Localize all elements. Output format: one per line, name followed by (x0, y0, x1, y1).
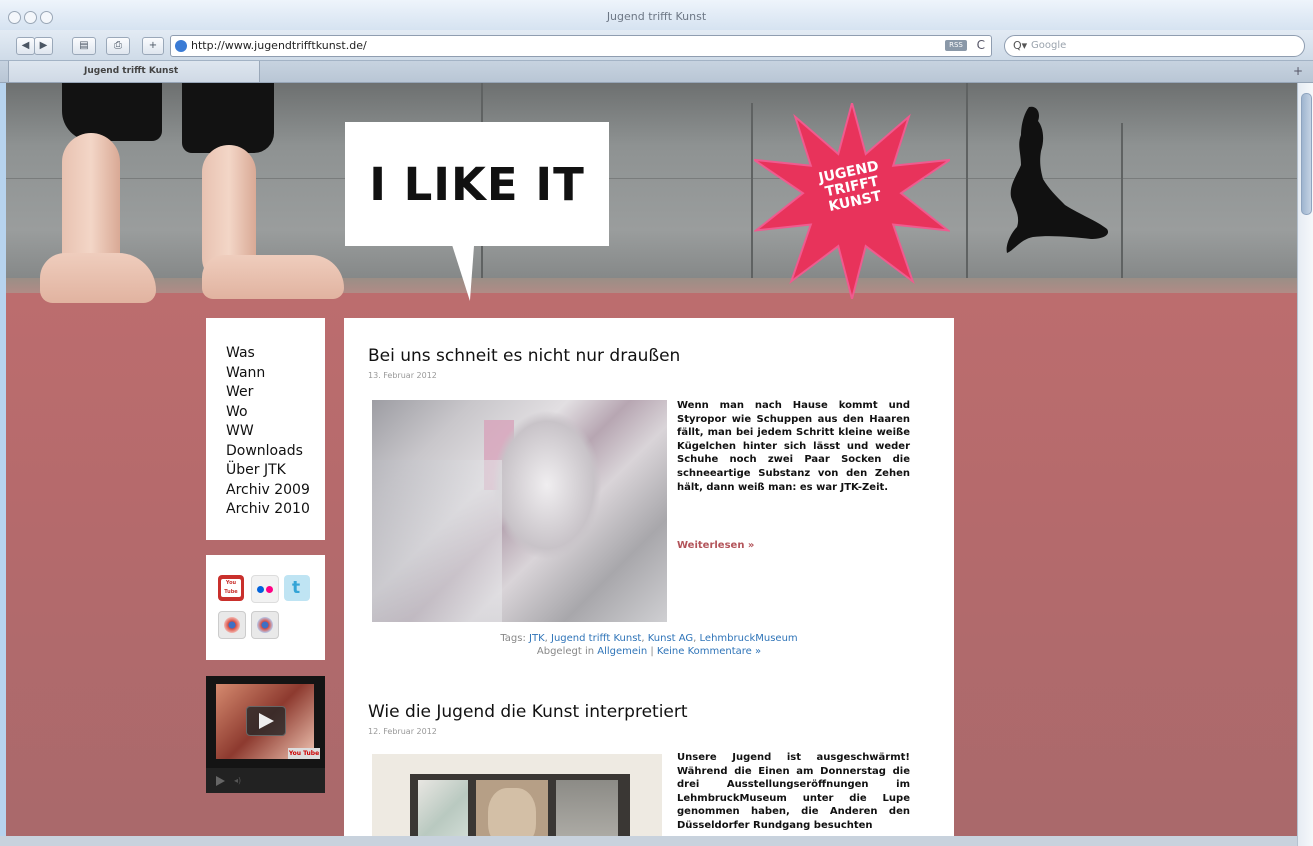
tab-label: Jugend trifft Kunst (84, 66, 179, 76)
post-excerpt: Unsere Jugend ist ausgeschwärmt! Während… (677, 752, 910, 831)
social-links: You Tube t (206, 555, 325, 660)
nav-item-was[interactable]: Was (226, 344, 310, 364)
play-control-icon[interactable] (216, 776, 225, 786)
badge-icon[interactable] (218, 611, 246, 639)
browser-toolbar: ◀ ▶ ▤ ⎙ + http://www.jugendtrifftkunst.d… (0, 30, 1313, 61)
nav-item-archiv-2009[interactable]: Archiv 2009 (226, 481, 310, 501)
post-date: 13. Februar 2012 (368, 371, 437, 380)
printer-icon: ⎙ (114, 40, 122, 51)
tab-bar: Jugend trifft Kunst + (0, 61, 1313, 83)
nav-item-wann[interactable]: Wann (226, 364, 310, 384)
search-field[interactable]: Q▾ Google (1004, 35, 1305, 57)
address-bar[interactable]: http://www.jugendtrifftkunst.de/ RSS C (170, 35, 992, 57)
scroll-thumb[interactable] (1301, 93, 1312, 215)
post-title[interactable]: Bei uns schneit es nicht nur draußen (368, 346, 680, 366)
category-link[interactable]: Allgemein (597, 646, 647, 657)
play-icon (259, 713, 274, 729)
search-placeholder: Google (1031, 40, 1067, 51)
tag-link[interactable]: LehmbruckMuseum (700, 633, 798, 644)
kneeling-figure-silhouette (1006, 106, 1109, 253)
nav-item-ww[interactable]: WW (226, 422, 310, 442)
title-bar: Jugend trifft Kunst (0, 0, 1313, 31)
comments-link[interactable]: Keine Kommentare » (657, 646, 761, 657)
post-date: 12. Februar 2012 (368, 727, 437, 736)
pants-left (62, 83, 162, 141)
search-icon: Q▾ (1013, 39, 1028, 52)
browser-window: Jugend trifft Kunst ◀ ▶ ▤ ⎙ + http://www… (0, 0, 1313, 846)
badge-icon[interactable] (251, 611, 279, 639)
tag-link[interactable]: Jugend trifft Kunst (551, 633, 641, 644)
tag-link[interactable]: Kunst AG (648, 633, 693, 644)
video-widget[interactable]: You Tube ◂) (206, 676, 325, 793)
volume-icon[interactable]: ◂) (234, 776, 241, 785)
read-more-link[interactable]: Weiterlesen » (677, 540, 754, 551)
bookmarks-button[interactable]: ▤ (72, 37, 96, 55)
globe-icon (175, 40, 187, 52)
youtube-logo: You Tube (288, 748, 320, 759)
print-button[interactable]: ⎙ (106, 37, 130, 55)
rss-icon[interactable]: RSS (945, 40, 967, 51)
tag-link[interactable]: JTK (529, 633, 545, 644)
play-button[interactable] (246, 706, 286, 736)
web-page: I LIKE IT JUGEND TRIFFT KUNST Was Wann W… (6, 83, 1297, 846)
book-icon: ▤ (79, 40, 89, 51)
youtube-icon[interactable]: You Tube (218, 575, 244, 601)
post-image[interactable] (372, 400, 667, 622)
status-bar (0, 836, 1297, 846)
add-bookmark-button[interactable]: + (142, 37, 164, 55)
post-tags: Tags: JTK, Jugend trifft Kunst, Kunst AG… (500, 633, 798, 644)
flickr-icon[interactable] (251, 575, 279, 603)
page-scrollbar[interactable] (1297, 83, 1313, 846)
back-button[interactable]: ◀ (16, 37, 35, 55)
nav-item-wo[interactable]: Wo (226, 403, 310, 423)
forward-button[interactable]: ▶ (34, 37, 53, 55)
bubble-text: I LIKE IT (369, 158, 585, 211)
foot-right (202, 255, 344, 299)
plus-icon: + (148, 40, 158, 51)
window-title: Jugend trifft Kunst (606, 10, 707, 23)
nav-item-archiv-2010[interactable]: Archiv 2010 (226, 500, 310, 520)
nav-menu: Was Wann Wer Wo WW Downloads Über JTK Ar… (206, 318, 325, 540)
nav-item-downloads[interactable]: Downloads (226, 442, 310, 462)
new-tab-icon[interactable]: + (1293, 64, 1303, 78)
post-meta: Tags: JTK, Jugend trifft Kunst, Kunst AG… (344, 632, 954, 658)
twitter-icon[interactable]: t (284, 575, 310, 601)
speech-bubble: I LIKE IT (345, 122, 609, 246)
video-controls: ◂) (206, 768, 325, 793)
reload-icon[interactable]: C (977, 38, 985, 52)
nav-item-ueber-jtk[interactable]: Über JTK (226, 461, 310, 481)
post-excerpt: Wenn man nach Hause kommt und Styropor w… (677, 400, 910, 493)
url-text[interactable]: http://www.jugendtrifftkunst.de/ (191, 39, 367, 52)
nav-item-wer[interactable]: Wer (226, 383, 310, 403)
main-content: Bei uns schneit es nicht nur draußen 13.… (344, 318, 954, 846)
pants-right (182, 83, 274, 153)
post-title[interactable]: Wie die Jugend die Kunst interpretiert (368, 702, 688, 722)
tab-jugend-trifft-kunst[interactable]: Jugend trifft Kunst (8, 61, 260, 82)
post-filed: Abgelegt in Allgemein | Keine Kommentare… (536, 646, 762, 657)
post-image[interactable] (372, 754, 662, 846)
foot-left (40, 253, 156, 303)
